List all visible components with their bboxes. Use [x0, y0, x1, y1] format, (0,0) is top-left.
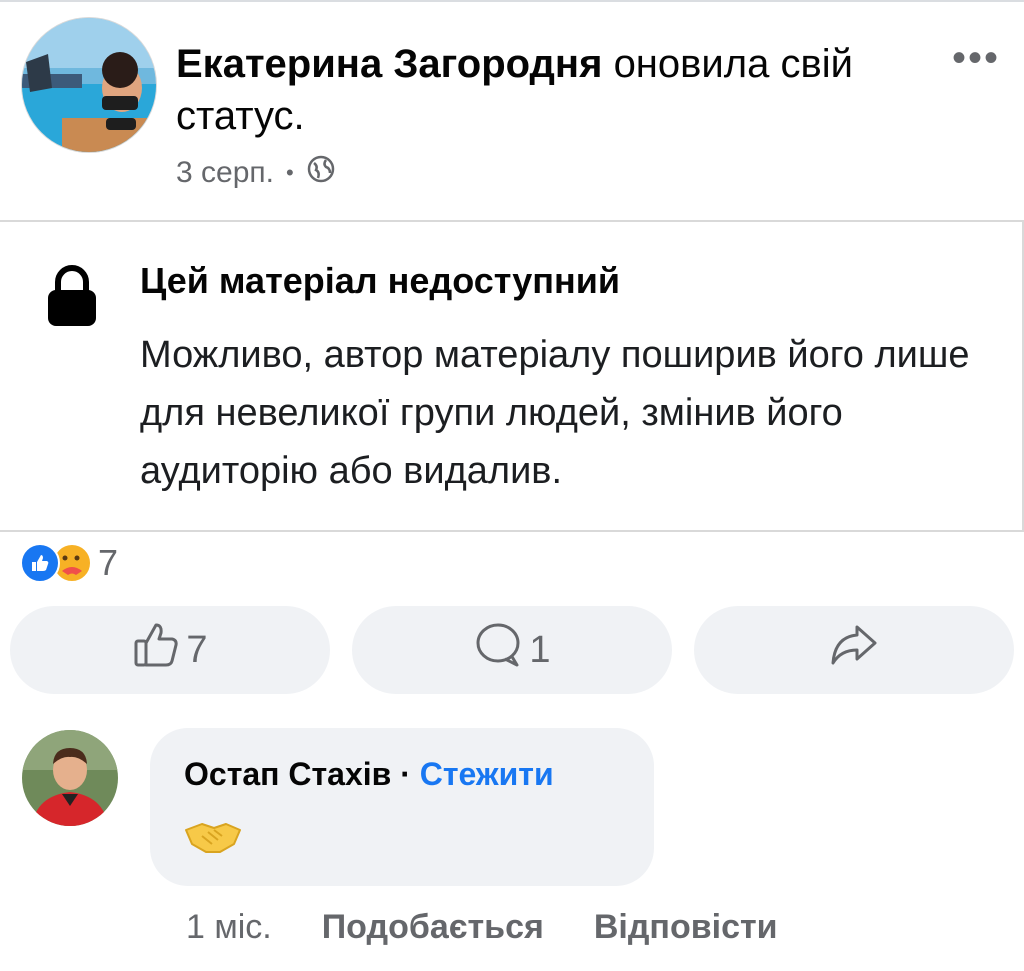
more-horizontal-icon[interactable]: ••• — [952, 38, 1000, 78]
author-name[interactable]: Екатерина Загородня — [176, 42, 602, 86]
comment-header: Остап Стахів · Стежити — [184, 756, 554, 793]
commenter-name[interactable]: Остап Стахів — [184, 756, 391, 792]
post-date[interactable]: 3 серп. — [176, 156, 274, 190]
follow-button[interactable]: Стежити — [420, 756, 554, 792]
comment-count: 1 — [529, 628, 551, 671]
globe-icon — [306, 154, 336, 192]
post-header: Екатерина Загородня оновила свій статус. — [176, 38, 896, 142]
comment-button[interactable]: 1 — [352, 606, 672, 694]
comment-icon — [473, 621, 523, 679]
comment-like-link[interactable]: Подобається — [322, 908, 544, 947]
comment-bubble: Остап Стахів · Стежити — [150, 728, 654, 886]
meta-separator: • — [285, 160, 294, 185]
like-button[interactable]: 7 — [10, 606, 330, 694]
like-count: 7 — [186, 628, 208, 671]
share-button[interactable] — [694, 606, 1014, 694]
unavailable-title: Цей матеріал недоступний — [140, 260, 621, 301]
comment-footer: 1 міс. Подобається Відповісти — [186, 908, 778, 947]
author-avatar[interactable] — [22, 18, 156, 152]
unavailable-content-card: Цей матеріал недоступний Можливо, автор … — [0, 220, 1024, 532]
reactions-summary[interactable]: 7 — [20, 542, 118, 584]
like-reaction-icon — [20, 543, 60, 583]
share-icon — [829, 623, 879, 677]
lock-icon — [44, 264, 100, 333]
header-separator: · — [400, 756, 411, 792]
thumbs-up-icon — [132, 621, 180, 679]
post-meta: 3 серп. • — [176, 154, 336, 192]
handshake-icon — [184, 818, 242, 863]
top-divider — [0, 0, 1024, 2]
commenter-avatar[interactable] — [22, 730, 118, 826]
comment-time[interactable]: 1 міс. — [186, 908, 272, 947]
reaction-count: 7 — [98, 542, 119, 583]
unavailable-message: Можливо, автор матеріалу поширив його ли… — [140, 334, 970, 492]
comment-reply-link[interactable]: Відповісти — [594, 908, 778, 947]
